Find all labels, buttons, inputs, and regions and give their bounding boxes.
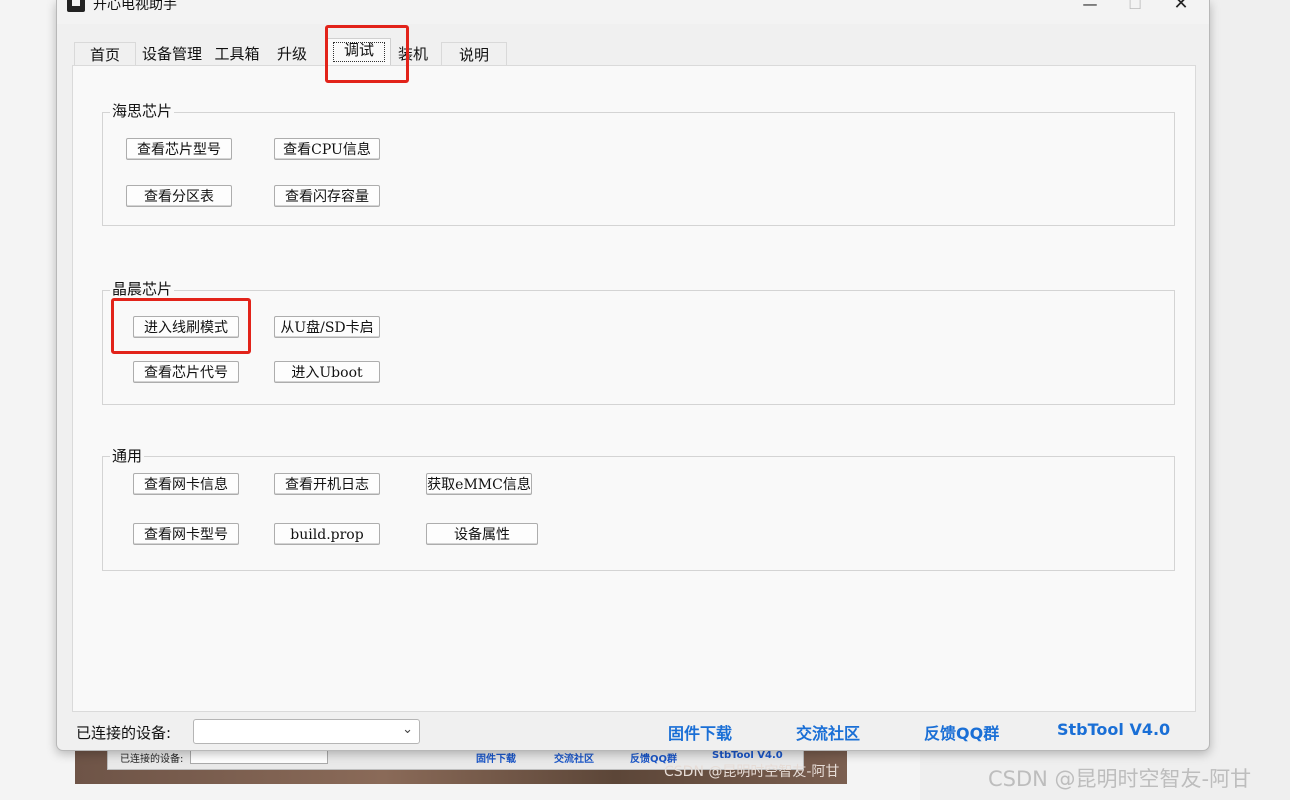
minimize-button[interactable]: —: [1067, 0, 1113, 18]
connected-device-label: 已连接的设备:: [76, 724, 172, 742]
get-emmc-info-button[interactable]: 获取eMMC信息: [426, 473, 532, 495]
device-select[interactable]: ⌄: [193, 719, 420, 744]
close-button[interactable]: ✕: [1158, 0, 1204, 18]
boot-from-usb-sd-button[interactable]: 从U盘/SD卡启: [274, 316, 380, 338]
group-general-label: 通用: [110, 445, 145, 466]
window-title: 开心电视助手: [93, 0, 177, 13]
check-cpu-info-button[interactable]: 查看CPU信息: [274, 138, 380, 160]
qq-group-link[interactable]: 反馈QQ群: [924, 720, 999, 744]
device-properties-button[interactable]: 设备属性: [426, 523, 538, 545]
build-prop-button[interactable]: build.prop: [274, 523, 380, 545]
community-link[interactable]: 交流社区: [796, 720, 860, 744]
ghost-link-firmware: 固件下载: [476, 754, 516, 765]
title-bar: 开心电视助手 — ☐ ✕: [57, 0, 1209, 24]
check-chip-model-button[interactable]: 查看芯片型号: [126, 138, 232, 160]
maximize-button[interactable]: ☐: [1112, 0, 1158, 18]
tab-home[interactable]: 首页: [74, 42, 136, 67]
version-link[interactable]: StbTool V4.0: [1057, 720, 1170, 739]
check-partition-table-button[interactable]: 查看分区表: [126, 185, 232, 207]
check-nic-model-button[interactable]: 查看网卡型号: [133, 523, 239, 545]
check-flash-capacity-button[interactable]: 查看闪存容量: [274, 185, 380, 207]
highlight-debug-tab: [325, 25, 409, 83]
group-hisilicon: [102, 112, 1175, 226]
tab-toolbox[interactable]: 工具箱: [210, 42, 264, 66]
chevron-down-icon: ⌄: [402, 722, 413, 737]
group-hisilicon-label: 海思芯片: [110, 100, 175, 121]
app-icon: [67, 0, 85, 12]
watermark-small: CSDN @昆明时空智友-阿甘: [664, 764, 840, 780]
ghost-connected-label: 已连接的设备:: [120, 754, 184, 765]
app-window: 开心电视助手 — ☐ ✕ 首页 设备管理 工具箱 升级 调试 装机 说明 海思芯…: [56, 0, 1210, 751]
ghost-link-community: 交流社区: [554, 754, 594, 765]
group-general: [102, 456, 1175, 571]
tab-device-management[interactable]: 设备管理: [137, 42, 207, 66]
watermark: CSDN @昆明时空智友-阿甘: [988, 767, 1252, 791]
enter-uboot-button[interactable]: 进入Uboot: [274, 361, 380, 383]
group-amlogic: [102, 290, 1175, 405]
check-boot-log-button[interactable]: 查看开机日志: [274, 473, 380, 495]
check-chip-code-button[interactable]: 查看芯片代号: [133, 361, 239, 383]
firmware-download-link[interactable]: 固件下载: [668, 720, 732, 744]
ghost-link-version: StbTool V4.0: [712, 750, 783, 761]
check-nic-info-button[interactable]: 查看网卡信息: [133, 473, 239, 495]
tab-help[interactable]: 说明: [441, 42, 507, 67]
group-amlogic-label: 晶晨芯片: [110, 278, 175, 299]
ghost-device-select: [190, 749, 328, 764]
tab-upgrade[interactable]: 升级: [269, 42, 315, 66]
highlight-usb-burn-button: [111, 298, 251, 354]
